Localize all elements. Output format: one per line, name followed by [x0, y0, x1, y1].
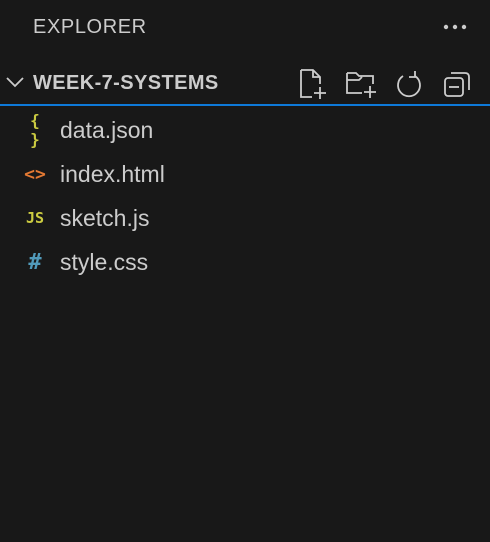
file-label[interactable]: sketch.js	[60, 205, 149, 232]
file-item-index-html[interactable]: <> index.html	[0, 152, 490, 196]
explorer-title: EXPLORER	[33, 16, 147, 38]
html-icon: <>	[24, 163, 46, 185]
more-actions-button[interactable]	[440, 12, 470, 42]
refresh-button[interactable]	[392, 67, 426, 101]
collapse-all-button[interactable]	[440, 67, 474, 101]
file-label[interactable]: index.html	[60, 161, 165, 188]
json-icon: { }	[30, 111, 40, 149]
new-folder-button[interactable]	[344, 67, 378, 101]
folder-actions	[296, 66, 474, 102]
file-list: { } data.json <> index.html JS sketch.js…	[0, 108, 490, 284]
file-item-sketch-js[interactable]: JS sketch.js	[0, 196, 490, 240]
chevron-down-icon[interactable]	[4, 71, 26, 93]
new-file-icon	[300, 69, 326, 99]
new-folder-icon	[346, 72, 376, 98]
ellipsis-icon	[443, 24, 467, 30]
new-file-button[interactable]	[296, 67, 330, 101]
file-label[interactable]: data.json	[60, 117, 153, 144]
folder-section-header[interactable]: WEEK-7-SYSTEMS	[0, 62, 490, 106]
explorer-panel: EXPLORER WEEK-7-SYSTEMS {} data.json <>…	[0, 0, 490, 542]
folder-title[interactable]: WEEK-7-SYSTEMS	[33, 72, 219, 95]
javascript-icon: JS	[25, 209, 45, 227]
collapse-all-icon	[444, 72, 470, 97]
explorer-header: EXPLORER	[0, 0, 490, 56]
file-item-style-css[interactable]: # style.css	[0, 240, 490, 284]
file-item-data-json[interactable]: { } data.json	[0, 108, 490, 152]
refresh-icon	[397, 71, 421, 98]
file-label[interactable]: style.css	[60, 249, 148, 276]
css-icon: #	[28, 249, 42, 275]
